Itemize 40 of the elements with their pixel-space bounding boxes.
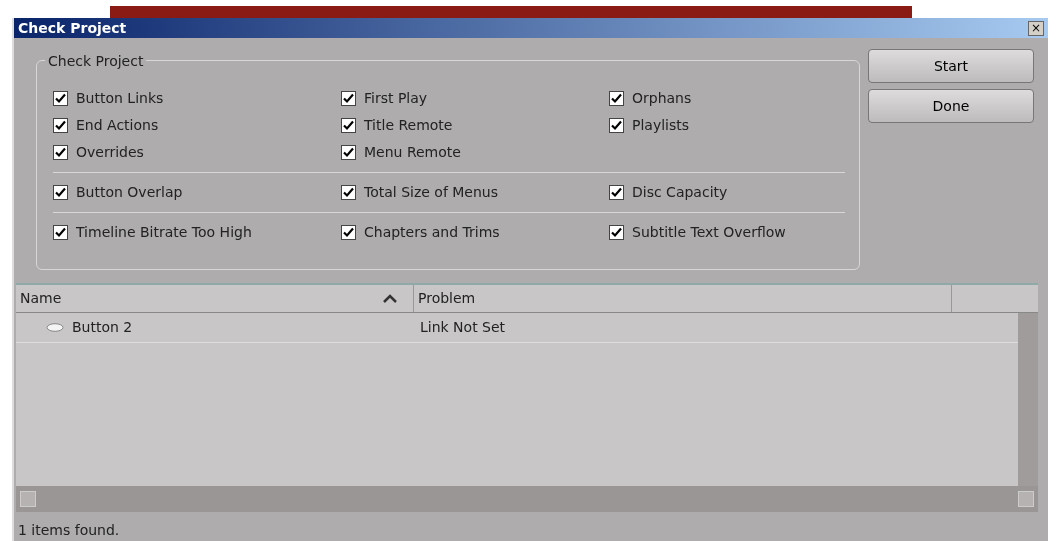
window-title: Check Project — [18, 18, 127, 38]
problem-cell-text: Link Not Set — [419, 318, 506, 338]
checkbox[interactable] — [341, 91, 356, 106]
sort-icon — [383, 294, 397, 304]
checkbox[interactable] — [53, 145, 68, 160]
checkbox-option[interactable]: Menu Remote — [341, 139, 609, 166]
done-button[interactable]: Done — [868, 89, 1034, 123]
checkbox-option[interactable]: Timeline Bitrate Too High — [53, 219, 341, 246]
checkbox[interactable] — [609, 225, 624, 240]
checkbox-option[interactable]: Overrides — [53, 139, 341, 166]
checkbox-option[interactable]: Title Remote — [341, 112, 609, 139]
checkbox-option[interactable]: Total Size of Menus — [341, 179, 609, 206]
close-button[interactable]: × — [1028, 20, 1044, 36]
checkbox-option[interactable]: Button Overlap — [53, 179, 341, 206]
start-button[interactable]: Start — [868, 49, 1034, 83]
vertical-scrollbar[interactable] — [1018, 313, 1038, 486]
name-cell-text: Button 2 — [72, 318, 133, 338]
button-shape-icon — [46, 323, 64, 333]
checkbox[interactable] — [609, 91, 624, 106]
checkbox[interactable] — [341, 225, 356, 240]
checkbox[interactable] — [609, 185, 624, 200]
checkbox-option[interactable]: Button Links — [53, 85, 341, 112]
checkbox[interactable] — [341, 145, 356, 160]
checkbox[interactable] — [53, 225, 68, 240]
checkbox[interactable] — [53, 118, 68, 133]
checkbox[interactable] — [341, 118, 356, 133]
checkbox[interactable] — [53, 91, 68, 106]
checkbox[interactable] — [53, 185, 68, 200]
checkbox-option[interactable]: Subtitle Text Overflow — [609, 219, 845, 246]
checkbox-option[interactable]: End Actions — [53, 112, 341, 139]
checkbox-option[interactable]: Playlists — [609, 112, 845, 139]
status-text: 1 items found. — [17, 521, 121, 540]
checkbox[interactable] — [609, 118, 624, 133]
checkbox-option[interactable]: Chapters and Trims — [341, 219, 609, 246]
checkbox-option[interactable]: Disc Capacity — [609, 179, 845, 206]
checkbox-option[interactable]: Orphans — [609, 85, 845, 112]
checkbox[interactable] — [341, 185, 356, 200]
column-header[interactable]: Problem — [414, 285, 952, 313]
column-header[interactable]: Name — [16, 285, 414, 313]
checkbox-option[interactable]: First Play — [341, 85, 609, 112]
